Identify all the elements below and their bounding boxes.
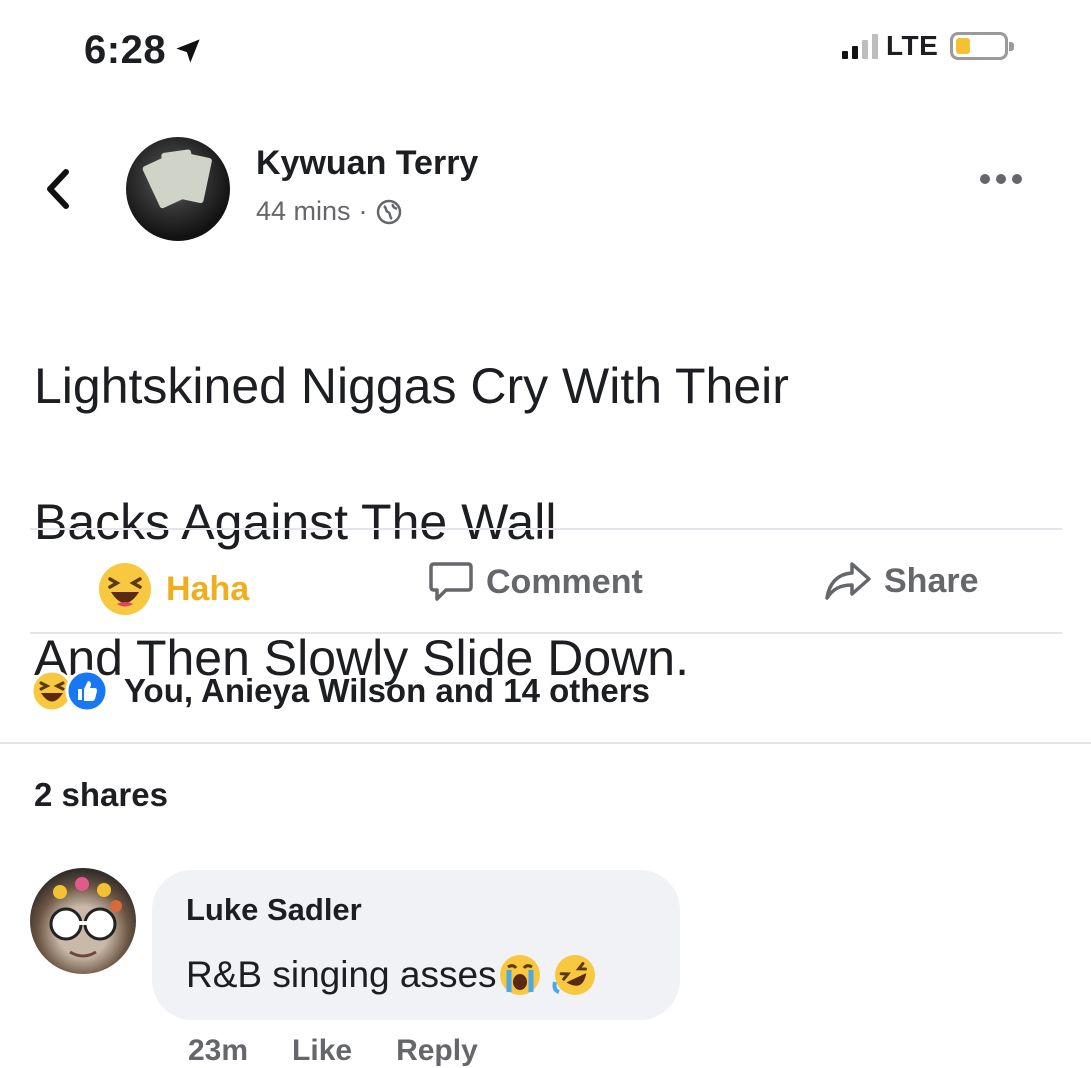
post-timestamp[interactable]: 44 mins — [256, 196, 351, 227]
network-type: LTE — [886, 30, 939, 61]
divider — [0, 742, 1091, 744]
reactions-summary-text: You, Anieya Wilson and 14 others — [124, 672, 650, 709]
share-arrow-icon — [825, 562, 871, 600]
post-meta: 44 mins · — [256, 196, 402, 227]
comment-actions: 23m Like Reply — [188, 1034, 478, 1068]
haha-reaction-button[interactable]: Haha — [96, 560, 249, 618]
comment-author[interactable]: Luke Sadler — [186, 892, 362, 928]
status-time-text: 6:28 — [84, 28, 167, 72]
more-options-icon[interactable] — [980, 174, 1022, 184]
globe-privacy-icon — [376, 199, 401, 224]
back-chevron-icon[interactable] — [40, 166, 74, 212]
comment-button[interactable]: Comment — [428, 560, 643, 604]
comment-time: 23m — [188, 1034, 249, 1067]
comment-text-body: R&B singing asses — [186, 954, 497, 995]
loudly-crying-face-icon — [499, 955, 540, 995]
comment-bubble-icon — [429, 562, 473, 601]
post-text-line: Backs Against The Wall — [34, 494, 557, 550]
comment-label: Comment — [486, 562, 643, 601]
author-avatar[interactable] — [126, 137, 230, 241]
rolling-on-floor-laughing-icon — [552, 955, 595, 995]
haha-label: Haha — [166, 569, 250, 608]
commenter-photo — [49, 877, 122, 958]
comment-text: R&B singing asses — [186, 952, 599, 998]
cellular-signal-icon — [842, 33, 878, 59]
haha-emoji-icon — [99, 563, 151, 615]
comment-reply-button[interactable]: Reply — [396, 1034, 478, 1068]
battery-icon — [950, 32, 1015, 60]
post-author-name[interactable]: Kywuan Terry — [256, 144, 478, 183]
status-indicators: LTE — [842, 30, 1015, 62]
share-label: Share — [884, 561, 979, 600]
shares-count[interactable]: 2 shares — [34, 776, 168, 814]
commenter-avatar[interactable] — [30, 868, 136, 974]
share-button[interactable]: Share — [824, 560, 979, 602]
status-time: 6:28 — [84, 28, 202, 73]
post-text-line: Lightskined Niggas Cry With Their — [34, 358, 789, 414]
divider — [30, 632, 1062, 634]
reactions-summary[interactable]: You, Anieya Wilson and 14 others — [30, 668, 650, 714]
comment-like-button[interactable]: Like — [292, 1034, 352, 1068]
meta-separator: · — [358, 196, 368, 226]
divider — [30, 528, 1062, 530]
like-reaction-icon — [65, 669, 109, 713]
location-arrow-icon — [176, 38, 200, 63]
